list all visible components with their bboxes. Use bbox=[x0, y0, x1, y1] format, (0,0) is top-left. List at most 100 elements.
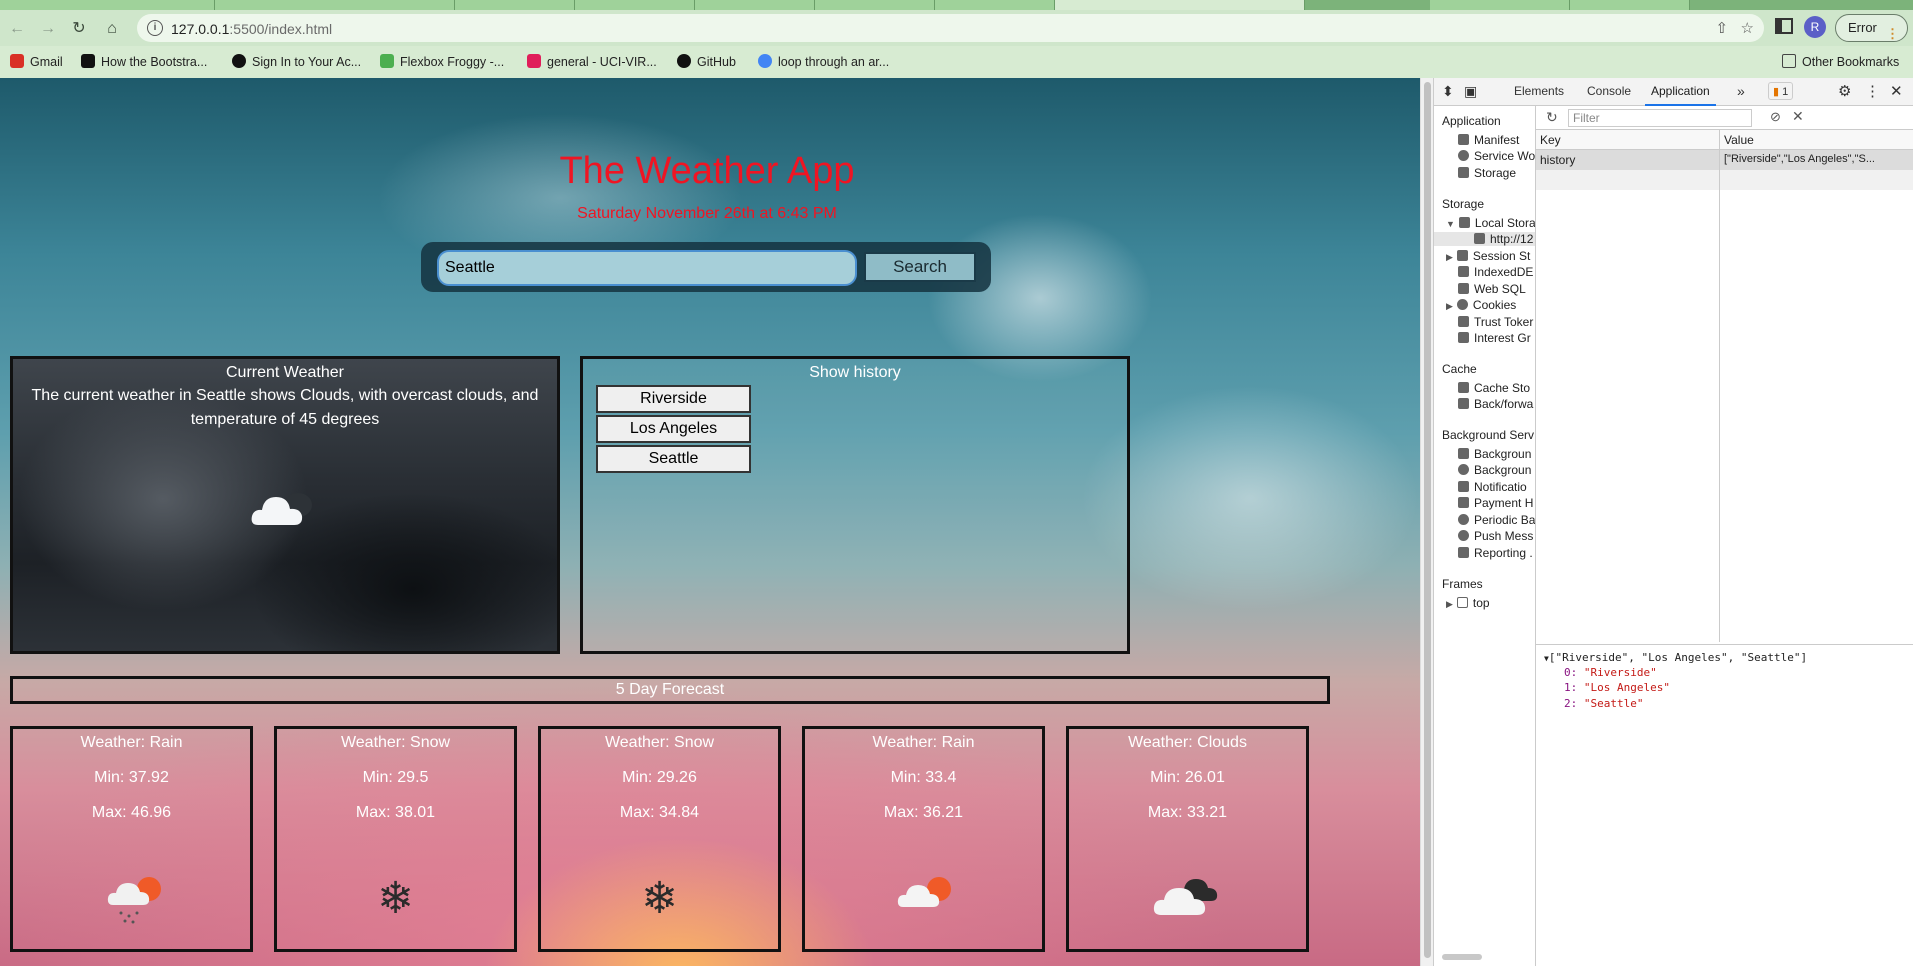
inspect-icon[interactable]: ⬍ bbox=[1442, 78, 1454, 106]
sidebar-item-frame-top[interactable]: ▶ top bbox=[1446, 596, 1490, 610]
tab-application[interactable]: Application bbox=[1645, 78, 1716, 106]
sidebar-item-session-storage[interactable]: ▶ Session St bbox=[1446, 249, 1530, 263]
sidebar-item-manifest[interactable]: Manifest bbox=[1458, 133, 1519, 147]
other-bookmarks[interactable]: Other Bookmarks bbox=[1782, 52, 1899, 72]
key-column-header[interactable]: Key bbox=[1540, 133, 1561, 147]
sidebar-item-indexeddb[interactable]: IndexedDE bbox=[1458, 265, 1533, 279]
tab-console[interactable]: Console bbox=[1587, 78, 1631, 106]
sidebar-item-service-workers[interactable]: Service Wo bbox=[1458, 149, 1535, 163]
device-toggle-icon[interactable]: ▣ bbox=[1464, 78, 1477, 106]
sidebar-item-payment-handler[interactable]: Payment H bbox=[1458, 496, 1533, 510]
more-tabs-icon[interactable]: » bbox=[1737, 78, 1745, 106]
back-icon[interactable]: ← bbox=[6, 18, 28, 40]
history-button[interactable]: Riverside bbox=[596, 385, 751, 413]
sync-icon bbox=[1458, 464, 1469, 475]
share-icon[interactable]: ⇧ bbox=[1715, 20, 1728, 37]
sidebar-item-cache-storage[interactable]: Cache Sto bbox=[1458, 381, 1530, 395]
sidebar-item-notifications[interactable]: Notificatio bbox=[1458, 480, 1527, 494]
history-button[interactable]: Seattle bbox=[596, 445, 751, 473]
sidebar-item-web-sql[interactable]: Web SQL bbox=[1458, 282, 1526, 296]
settings-gear-icon[interactable]: ⚙ bbox=[1838, 78, 1851, 106]
database-icon bbox=[1458, 332, 1469, 343]
scrollbar-thumb[interactable] bbox=[1424, 82, 1431, 958]
browser-tab[interactable] bbox=[695, 0, 815, 10]
close-devtools-icon[interactable]: ✕ bbox=[1890, 78, 1903, 106]
sidebar-item-cookies[interactable]: ▶ Cookies bbox=[1446, 298, 1516, 312]
sidebar-item-back-forward-cache[interactable]: Back/forwa bbox=[1458, 397, 1533, 411]
sidebar-item-storage[interactable]: Storage bbox=[1458, 166, 1516, 180]
google-icon bbox=[758, 54, 772, 68]
grid-icon bbox=[1456, 250, 1468, 261]
bookmark-gmail[interactable]: Gmail bbox=[10, 52, 63, 72]
error-button[interactable]: Error ⋮ bbox=[1835, 14, 1908, 42]
tab-strip[interactable] bbox=[0, 0, 1913, 10]
home-icon[interactable]: ⌂ bbox=[101, 18, 123, 40]
sidebar-item-local-storage-origin[interactable]: http://12 bbox=[1434, 232, 1535, 246]
bookmark-github[interactable]: GitHub bbox=[677, 52, 736, 72]
delete-selected-icon[interactable]: ✕ bbox=[1792, 108, 1804, 125]
site-info-icon[interactable]: i bbox=[147, 20, 163, 36]
search-button[interactable]: Search bbox=[864, 252, 976, 282]
sidebar-item-push-messaging[interactable]: Push Mess bbox=[1458, 529, 1533, 543]
filter-input[interactable]: Filter bbox=[1568, 109, 1752, 127]
bookmark-flexbox-froggy[interactable]: Flexbox Froggy -... bbox=[380, 52, 504, 72]
address-bar[interactable]: i 127.0.0.1:5500/index.html ⇧ ☆ bbox=[137, 14, 1764, 42]
row-key[interactable]: history bbox=[1540, 153, 1575, 167]
forecast-heading: 5 Day Forecast bbox=[10, 676, 1330, 704]
browser-tab[interactable] bbox=[935, 0, 1055, 10]
forecast-max: Max: 46.96 bbox=[91, 804, 172, 821]
side-panel-icon[interactable] bbox=[1775, 18, 1793, 34]
forecast-card: Weather: Snow Min: 29.5 Max: 38.01 ❄ bbox=[274, 726, 517, 952]
sidebar-item-periodic-sync[interactable]: Periodic Ba bbox=[1458, 513, 1535, 527]
sidebar-item-background-sync[interactable]: Backgroun bbox=[1458, 463, 1531, 477]
issues-badge[interactable]: ▮ 1 bbox=[1768, 82, 1794, 100]
reload-icon[interactable]: ↻ bbox=[68, 18, 90, 40]
star-icon[interactable]: ☆ bbox=[1741, 20, 1754, 37]
sidebar-item-local-storage[interactable]: ▼ Local Stora bbox=[1446, 216, 1535, 230]
browser-tab[interactable] bbox=[1570, 0, 1690, 10]
table-row-empty[interactable] bbox=[1536, 170, 1913, 190]
forward-icon[interactable]: → bbox=[37, 18, 59, 40]
table-row[interactable]: history ["Riverside","Los Angeles","S... bbox=[1536, 150, 1913, 170]
browser-tab[interactable] bbox=[815, 0, 935, 10]
github-icon bbox=[677, 54, 691, 68]
database-icon bbox=[1458, 316, 1469, 327]
preview-entry: 1: "Los Angeles" bbox=[1564, 681, 1670, 694]
bookmark-slack[interactable]: general - UCI-VIR... bbox=[527, 52, 657, 72]
history-button[interactable]: Los Angeles bbox=[596, 415, 751, 443]
city-search-input[interactable] bbox=[437, 250, 857, 286]
more-icon: ⋮ bbox=[1886, 26, 1899, 41]
kebab-menu-icon[interactable]: ⋮ bbox=[1865, 78, 1880, 106]
rain-cloud-sun-icon bbox=[107, 877, 161, 924]
browser-tab[interactable] bbox=[575, 0, 695, 10]
sidebar-item-reporting-api[interactable]: Reporting . bbox=[1458, 546, 1533, 560]
sidebar-item-background-fetch[interactable]: Backgroun bbox=[1458, 447, 1531, 461]
devtools-panel: ⬍ ▣ Elements Console Application » ▮ 1 ⚙… bbox=[1433, 78, 1913, 966]
preview-summary[interactable]: ▼["Riverside", "Los Angeles", "Seattle"] bbox=[1544, 651, 1807, 664]
page-scrollbar[interactable] bbox=[1420, 78, 1433, 966]
tab-elements[interactable]: Elements bbox=[1514, 78, 1564, 106]
bookmark-sign-in[interactable]: Sign In to Your Ac... bbox=[232, 52, 361, 72]
browser-tab[interactable] bbox=[455, 0, 575, 10]
browser-tab[interactable] bbox=[1430, 0, 1570, 10]
value-preview: ▼["Riverside", "Los Angeles", "Seattle"]… bbox=[1536, 644, 1913, 966]
refresh-icon[interactable]: ↻ bbox=[1546, 109, 1558, 126]
section-frames: Frames bbox=[1442, 577, 1483, 591]
bookmark-google[interactable]: loop through an ar... bbox=[758, 52, 889, 72]
profile-avatar[interactable]: R bbox=[1804, 16, 1826, 38]
bookmark-bootstrap[interactable]: How the Bootstra... bbox=[81, 52, 207, 72]
browser-tab[interactable] bbox=[215, 0, 455, 10]
value-column-header[interactable]: Value bbox=[1724, 133, 1754, 147]
row-value[interactable]: ["Riverside","Los Angeles","S... bbox=[1724, 153, 1875, 165]
clear-all-icon[interactable]: ⊘ bbox=[1770, 109, 1781, 125]
sidebar-item-interest-groups[interactable]: Interest Gr bbox=[1458, 331, 1531, 345]
current-weather-description: The current weather in Seattle shows Clo… bbox=[31, 387, 539, 428]
cloud-icon bbox=[1458, 530, 1469, 541]
url-text[interactable]: 127.0.0.1:5500/index.html bbox=[171, 21, 332, 37]
grid-icon bbox=[1474, 233, 1485, 244]
sidebar-hscroll[interactable] bbox=[1442, 954, 1482, 960]
browser-tab[interactable] bbox=[0, 0, 215, 10]
share-star-icons[interactable]: ⇧ ☆ bbox=[1715, 19, 1754, 37]
browser-tab-active[interactable] bbox=[1055, 0, 1305, 10]
sidebar-item-trust-tokens[interactable]: Trust Toker bbox=[1458, 315, 1533, 329]
